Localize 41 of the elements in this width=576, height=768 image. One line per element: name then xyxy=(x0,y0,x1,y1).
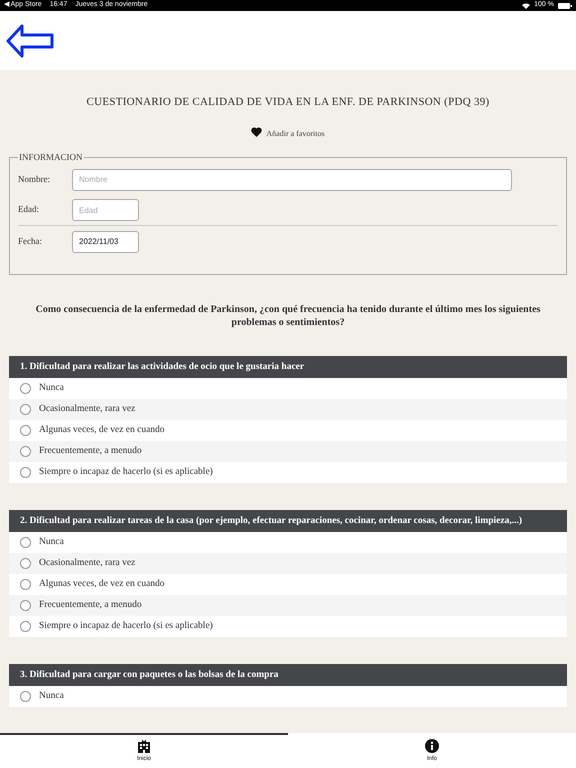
field-label: Nombre: xyxy=(18,172,51,186)
answer-option[interactable]: Frecuentemente, a menudo xyxy=(9,594,567,616)
panel-legend: INFORMACION xyxy=(18,150,84,164)
answer-option[interactable]: Siempre o incapaz de hacerlo (si es aplicable) xyxy=(9,616,567,636)
question-header: 3. Dificultad para cargar con paquetes o las bolsas de la compra xyxy=(9,664,567,686)
answer-option[interactable]: Siempre o incapaz de hacerlo (si es aplicable) xyxy=(9,462,567,482)
radio-button[interactable] xyxy=(20,446,31,456)
field-label: Edad: xyxy=(18,203,40,216)
radio-button[interactable] xyxy=(20,690,31,702)
radio-button[interactable] xyxy=(20,404,31,414)
radio-button[interactable] xyxy=(20,578,31,590)
answer-option[interactable]: Algunas veces, de vez en cuando xyxy=(9,420,567,440)
text-field[interactable]: Nombre xyxy=(72,168,512,190)
radio-button[interactable] xyxy=(20,466,31,478)
radio-button[interactable] xyxy=(20,600,31,610)
page-title: CUESTIONARIO DE CALIDAD DE VIDA EN LA ENF. DE PARKINSON (PDQ 39) xyxy=(86,95,490,110)
answer-option[interactable]: Nunca xyxy=(9,532,567,552)
answer-option[interactable]: Nunca xyxy=(9,378,567,398)
battery-icon xyxy=(558,2,572,8)
answer-option[interactable]: Frecuentemente, a menudo xyxy=(9,440,567,462)
heart-icon[interactable] xyxy=(251,126,262,136)
answer-option[interactable]: Algunas veces, de vez en cuando xyxy=(9,574,567,594)
text-field[interactable]: Edad xyxy=(72,199,139,221)
radio-button[interactable] xyxy=(20,536,31,548)
question-header: 2. Dificultad para realizar tareas de la casa (por ejemplo, efectuar reparaciones, cocinar, ordenar cosas, decorar, limpieza,...) xyxy=(9,510,567,532)
building-icon xyxy=(137,739,151,753)
answer-option[interactable]: Nunca xyxy=(9,686,567,706)
answer-option[interactable]: Ocasionalmente, rara vez xyxy=(9,552,567,574)
favorite-link[interactable]: Añadir a favoritos xyxy=(266,128,325,140)
wifi-icon xyxy=(522,2,530,8)
radio-button[interactable] xyxy=(20,558,31,568)
answer-option[interactable]: Ocasionalmente, rara vez xyxy=(9,398,567,420)
question-header: 1. Dificultad para realizar las actividades de ocio que le gustaria hacer xyxy=(9,356,567,378)
intro-text: Como consecuencia de la enfermedad de Parkinson, ¿con qué frecuencia ha tenido durante el último mes los siguientes problemas o sentimientos? xyxy=(34,302,542,328)
radio-button[interactable] xyxy=(20,424,31,436)
radio-button[interactable] xyxy=(20,382,31,394)
back-arrow-icon[interactable] xyxy=(6,24,54,58)
field-label: Fecha: xyxy=(18,234,43,248)
text-field[interactable]: 2022/11/03 xyxy=(72,230,139,252)
info-icon xyxy=(425,739,439,753)
radio-button[interactable] xyxy=(20,620,31,632)
